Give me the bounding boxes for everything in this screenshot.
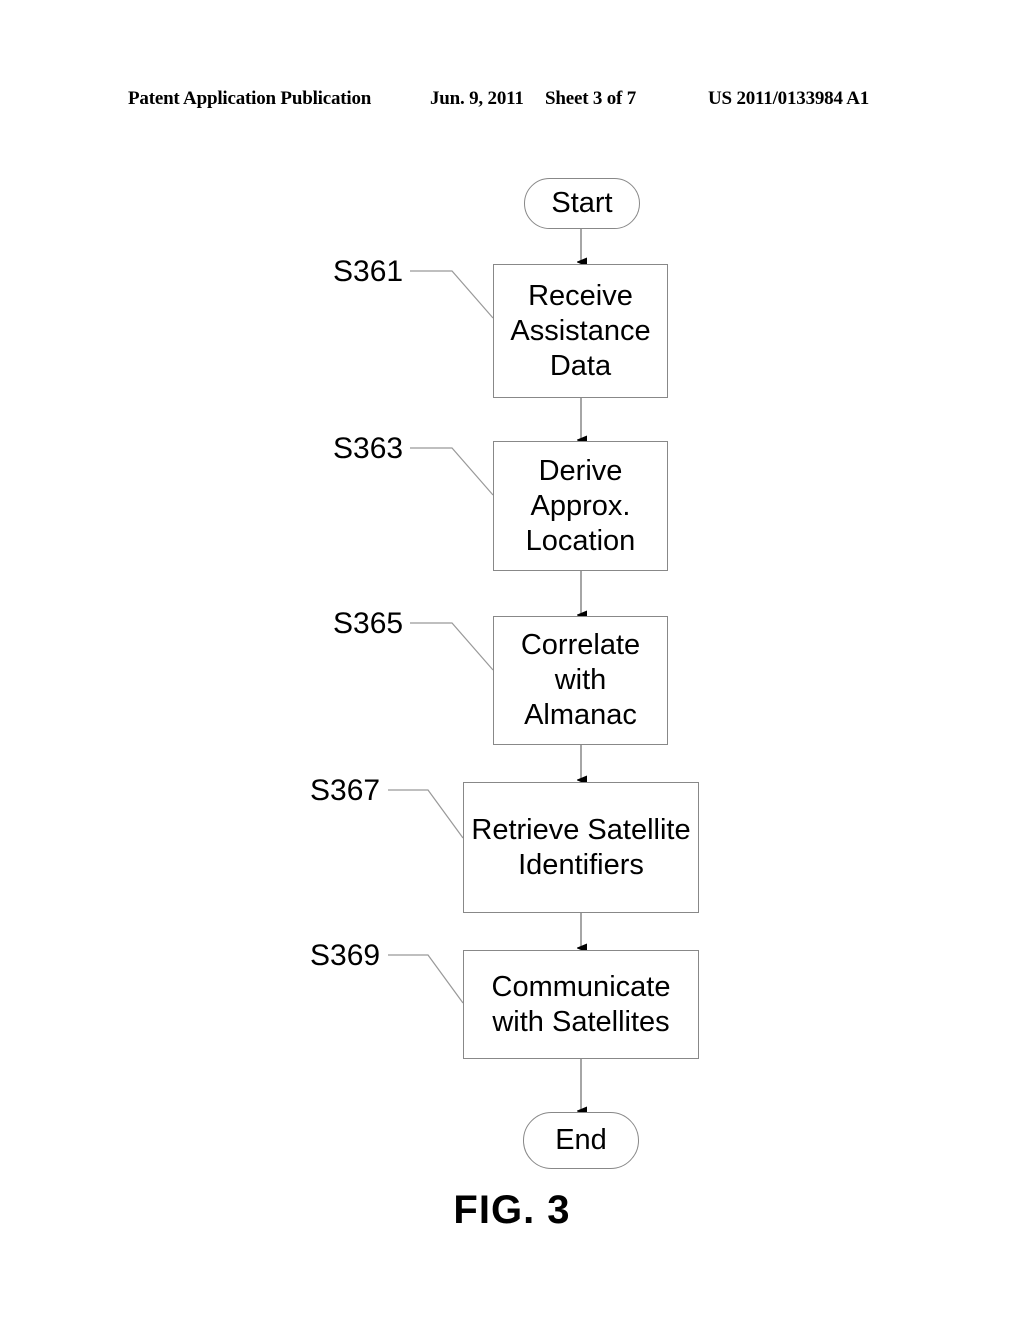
figure-caption: FIG. 3 — [453, 1188, 571, 1232]
flow-node-retrieve-satellite-identifiers: Retrieve Satellite Identifiers — [463, 782, 699, 913]
leader-s369 — [388, 954, 464, 1004]
leader-s363 — [410, 447, 494, 496]
step-label-s369: S369 — [310, 939, 381, 972]
step-label-s365: S365 — [333, 607, 404, 640]
flow-node-communicate-with-satellites: Communicate with Satellites — [463, 950, 699, 1059]
step-label-s361: S361 — [333, 255, 404, 288]
flow-node-start: Start — [524, 178, 640, 229]
leader-s361 — [410, 270, 494, 319]
leader-s367 — [388, 789, 464, 839]
step-label-s367: S367 — [310, 774, 381, 807]
leader-s365 — [410, 622, 494, 671]
flow-node-derive-approx-location: Derive Approx. Location — [493, 441, 668, 571]
step-label-s363: S363 — [333, 432, 404, 465]
flow-node-correlate-with-almanac: Correlate with Almanac — [493, 616, 668, 745]
flow-node-receive-assistance-data: Receive Assistance Data — [493, 264, 668, 398]
flow-node-end: End — [523, 1112, 639, 1169]
